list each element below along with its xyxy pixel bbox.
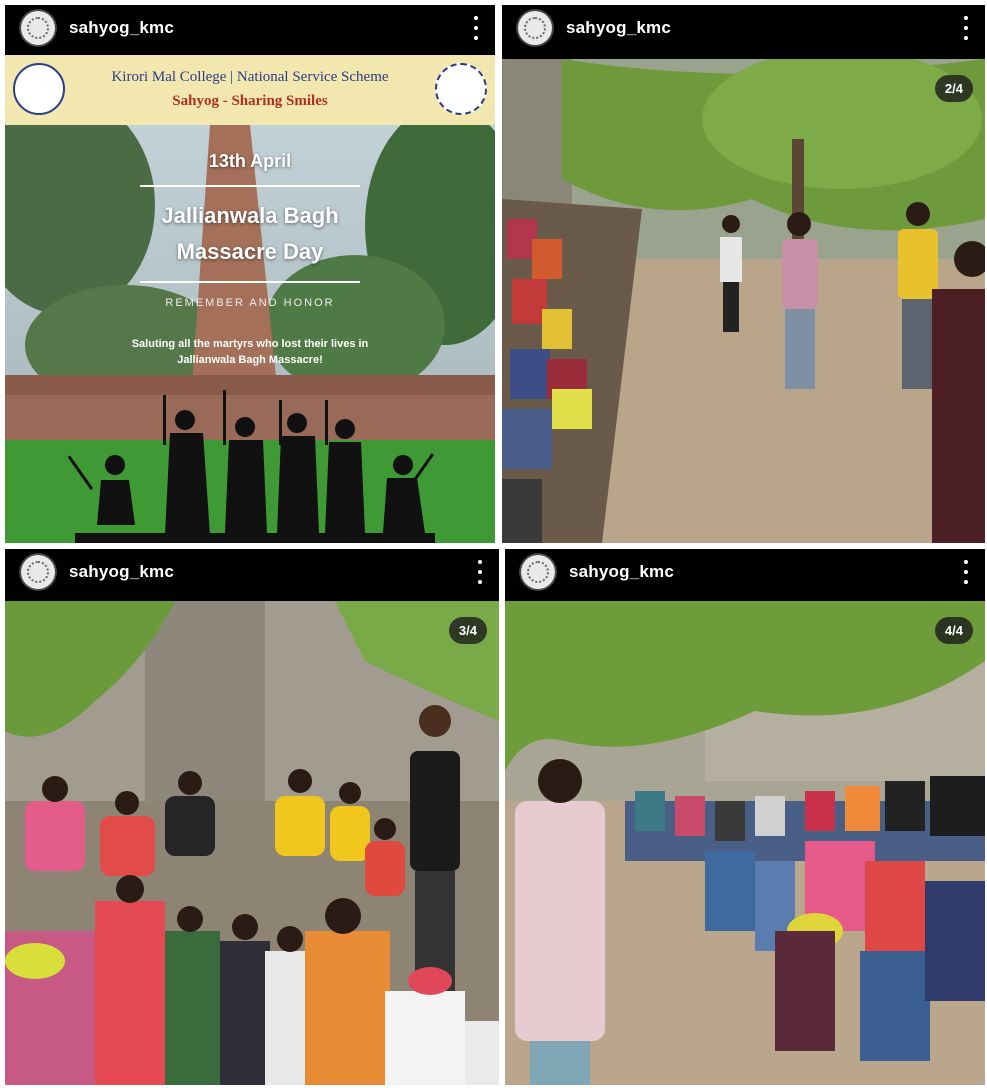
more-vertical-icon[interactable] — [473, 16, 479, 40]
profile-avatar[interactable] — [521, 555, 555, 589]
post-card-2: sahyog_kmc 2/4 — [502, 5, 985, 543]
username-link[interactable]: sahyog_kmc — [566, 18, 671, 38]
college-line: Kirori Mal College | National Service Sc… — [111, 69, 389, 85]
more-vertical-icon[interactable] — [963, 560, 969, 584]
username-link[interactable]: sahyog_kmc — [69, 562, 174, 582]
post-header: sahyog_kmc — [5, 549, 499, 595]
username-link[interactable]: sahyog_kmc — [69, 18, 174, 38]
carousel-counter: 4/4 — [934, 617, 973, 644]
college-logo-icon — [13, 63, 65, 115]
post-card-4: sahyog_kmc 4/4 — [505, 549, 985, 1085]
profile-avatar[interactable] — [21, 11, 55, 45]
photo-scene — [502, 59, 985, 543]
poster-tagline: REMEMBER AND HONOR — [165, 297, 335, 309]
carousel-counter: 3/4 — [448, 617, 487, 644]
post-image[interactable]: 2/4 — [502, 59, 985, 543]
post-image: Kirori Mal College | National Service Sc… — [5, 55, 495, 543]
post-image[interactable]: 3/4 — [5, 601, 499, 1085]
post-card-3: sahyog_kmc 3/4 — [5, 549, 499, 1085]
post-header: sahyog_kmc — [502, 5, 985, 51]
photo-scene — [5, 601, 499, 1085]
post-header: sahyog_kmc — [5, 5, 495, 51]
poster-date: 13th April — [208, 151, 292, 171]
profile-avatar[interactable] — [518, 11, 552, 45]
poster-title-line2: Massacre Day — [176, 239, 324, 264]
post-image[interactable]: 4/4 — [505, 601, 985, 1085]
divider-line — [140, 185, 360, 187]
carousel-counter: 2/4 — [934, 75, 973, 102]
poster-subtitle: Sahyog - Sharing Smiles — [172, 93, 328, 109]
more-vertical-icon[interactable] — [963, 16, 969, 40]
poster-title-line1: Jallianwala Bagh — [161, 203, 339, 228]
post-header: sahyog_kmc — [505, 549, 985, 595]
poster-message-line1: Saluting all the martyrs who lost their … — [131, 338, 369, 350]
divider-line — [140, 281, 360, 283]
nss-logo-icon — [435, 63, 487, 115]
poster-message-line2: Jallianwala Bagh Massacre! — [177, 354, 323, 366]
poster-banner: Kirori Mal College | National Service Sc… — [5, 55, 495, 125]
post-card-1: sahyog_kmc Kirori Mal College | National… — [5, 5, 495, 543]
more-vertical-icon[interactable] — [477, 560, 483, 584]
username-link[interactable]: sahyog_kmc — [569, 562, 674, 582]
profile-avatar[interactable] — [21, 555, 55, 589]
photo-scene — [505, 601, 985, 1085]
